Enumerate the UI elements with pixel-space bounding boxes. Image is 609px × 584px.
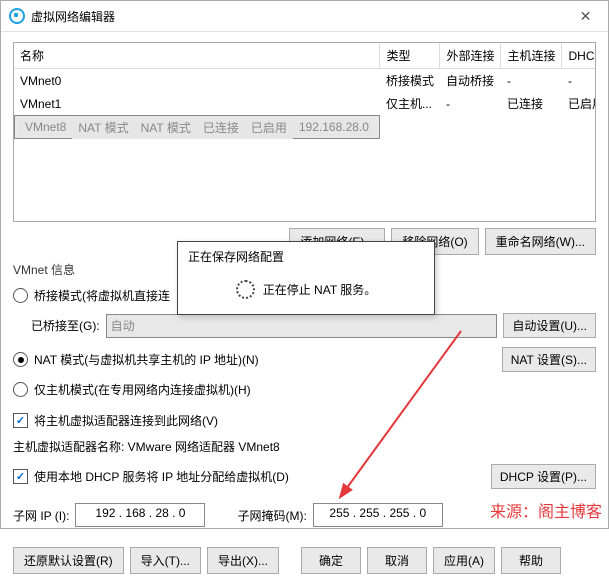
col-ext[interactable]: 外部连接 — [440, 43, 501, 69]
cell-type: 仅主机... — [380, 92, 440, 115]
col-name[interactable]: 名称 — [14, 43, 380, 69]
table-row[interactable]: VMnet1仅主机...-已连接已启用192.168.119.0 — [14, 92, 596, 115]
hostonly-label: 仅主机模式(在专用网络内连接虚拟机)(H) — [34, 381, 251, 398]
cell-name: VMnet1 — [14, 92, 380, 115]
cell-dhcp: - — [562, 69, 596, 93]
radio-nat[interactable] — [13, 352, 28, 367]
saving-dialog: 正在保存网络配置 正在停止 NAT 服务。 — [177, 241, 435, 315]
cell-host: 已连接 — [501, 92, 562, 115]
help-button[interactable]: 帮助 — [501, 547, 561, 574]
table-row[interactable]: VMnet0桥接模式自动桥接--- — [14, 69, 596, 93]
cell-type: 桥接模式 — [380, 69, 440, 93]
window-title: 虚拟网络编辑器 — [31, 8, 563, 25]
cell-host: 已连接 — [197, 116, 245, 139]
radio-bridge[interactable] — [13, 288, 28, 303]
cell-dhcp: 已启用 — [245, 116, 293, 139]
import-button[interactable]: 导入(T)... — [130, 547, 201, 574]
radio-hostonly[interactable] — [13, 382, 28, 397]
col-dhcp[interactable]: DHCP — [562, 43, 596, 69]
connect-host-label: 将主机虚拟适配器连接到此网络(V) — [34, 412, 218, 429]
dialog-message: 正在停止 NAT 服务。 — [263, 281, 377, 298]
auto-set-button[interactable]: 自动设置(U)... — [503, 313, 596, 338]
use-dhcp-label: 使用本地 DHCP 服务将 IP 地址分配给虚拟机(D) — [34, 468, 289, 485]
bridge-label: 桥接模式(将虚拟机直接连 — [34, 287, 170, 304]
subnet-ip-label: 子网 IP (I): — [13, 507, 69, 524]
app-icon — [9, 8, 25, 24]
cancel-button[interactable]: 取消 — [367, 547, 427, 574]
cell-subnet: 192.168.28.0 — [293, 117, 375, 137]
subnet-ip-input[interactable]: 192 . 168 . 28 . 0 — [75, 503, 205, 527]
network-table[interactable]: 名称 类型 外部连接 主机连接 DHCP 子网地址 VMnet0桥接模式自动桥接… — [13, 42, 596, 222]
cell-ext: 自动桥接 — [440, 69, 501, 93]
cell-host: - — [501, 69, 562, 93]
col-host[interactable]: 主机连接 — [501, 43, 562, 69]
rename-network-button[interactable]: 重命名网络(W)... — [485, 228, 596, 255]
col-type[interactable]: 类型 — [380, 43, 440, 69]
cell-dhcp: 已启用 — [562, 92, 596, 115]
watermark: 来源：阁主博客 — [490, 498, 602, 522]
nat-settings-button[interactable]: NAT 设置(S)... — [502, 347, 596, 372]
dialog-title: 正在保存网络配置 — [178, 242, 434, 265]
adapter-name-label: 主机虚拟适配器名称: VMware 网络适配器 VMnet8 — [13, 440, 280, 454]
apply-button[interactable]: 应用(A) — [433, 547, 495, 574]
bridge-select[interactable]: 自动 — [106, 314, 498, 338]
subnet-mask-label: 子网掩码(M): — [237, 507, 306, 524]
cell-name: VMnet0 — [14, 69, 380, 93]
ok-button[interactable]: 确定 — [301, 547, 361, 574]
cell-type: NAT 模式 — [72, 116, 134, 139]
cell-ext: NAT 模式 — [135, 116, 197, 139]
spinner-icon — [236, 280, 255, 299]
restore-button[interactable]: 还原默认设置(R) — [13, 547, 124, 574]
bridge-to-label: 已桥接至(G): — [31, 317, 100, 334]
cell-name: VMnet8 — [19, 117, 72, 137]
dhcp-settings-button[interactable]: DHCP 设置(P)... — [491, 464, 596, 489]
nat-label: NAT 模式(与虚拟机共享主机的 IP 地址)(N) — [34, 351, 259, 368]
close-icon[interactable]: ✕ — [563, 1, 608, 31]
chk-connect-host[interactable]: ✓ — [13, 413, 28, 428]
titlebar: 虚拟网络编辑器 ✕ — [1, 1, 608, 32]
cell-ext: - — [440, 92, 501, 115]
chk-use-dhcp[interactable]: ✓ — [13, 469, 28, 484]
table-row[interactable]: VMnet8NAT 模式NAT 模式已连接已启用192.168.28.0 — [14, 115, 380, 139]
export-button[interactable]: 导出(X)... — [207, 547, 279, 574]
subnet-mask-input[interactable]: 255 . 255 . 255 . 0 — [313, 503, 443, 527]
